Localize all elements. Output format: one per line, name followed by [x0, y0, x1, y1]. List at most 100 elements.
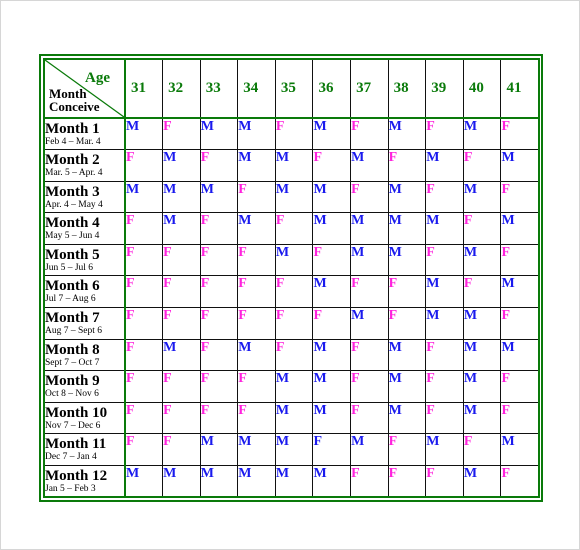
- gender-cell: F: [162, 306, 201, 340]
- age-header-cell: 32: [162, 58, 201, 119]
- gender-cell: M: [387, 401, 427, 435]
- age-header-cell: 40: [462, 58, 502, 119]
- gender-cell: F: [387, 275, 427, 308]
- table-row: Month 5 Jun 5 – Jul 6FFFFMFMMFMF: [43, 243, 540, 277]
- table-row: Month 6 Jul 7 – Aug 6FFFFFMFFMFM: [43, 275, 540, 308]
- gender-cell: M: [500, 212, 540, 245]
- gender-cell: M: [350, 433, 389, 466]
- gender-cell: F: [124, 275, 164, 308]
- gender-cell: M: [312, 212, 352, 245]
- gender-cell: F: [425, 180, 464, 214]
- gender-cell: F: [237, 401, 276, 435]
- gender-cell: F: [312, 149, 352, 182]
- gender-cell: F: [162, 275, 201, 308]
- gender-cell: F: [274, 212, 314, 245]
- month-title: Month 6: [45, 278, 100, 295]
- month-title: Month 10: [45, 404, 108, 421]
- month-title: Month 9: [45, 373, 100, 390]
- gender-cell: F: [500, 464, 540, 498]
- month-title: Month 7: [45, 309, 100, 326]
- gender-cell: M: [387, 338, 427, 372]
- gender-cell: M: [350, 149, 389, 182]
- gender-cell: M: [237, 464, 276, 498]
- gender-cell: M: [274, 180, 314, 214]
- gender-cell: F: [500, 117, 540, 151]
- month-label-cell: Month 4 May 5 – Jun 4: [43, 212, 126, 245]
- gender-cell: F: [199, 212, 239, 245]
- gender-cell: F: [162, 401, 201, 435]
- gender-cell: F: [350, 338, 389, 372]
- gender-cell: F: [199, 338, 239, 372]
- month-date-range: Mar. 5 – Apr. 4: [45, 168, 103, 179]
- gender-cell: M: [425, 306, 464, 340]
- month-title: Month 2: [45, 152, 100, 169]
- gender-cell: F: [199, 370, 239, 403]
- gender-cell: M: [162, 464, 201, 498]
- table-row: Month 10 Nov 7 – Dec 6FFFFMMFMFMF: [43, 401, 540, 435]
- gender-cell: M: [162, 149, 201, 182]
- month-date-range: Jun 5 – Jul 6: [45, 262, 94, 273]
- month-date-range: Sept 7 – Oct 7: [45, 357, 100, 368]
- gender-cell: F: [162, 433, 201, 466]
- gender-cell: M: [237, 433, 276, 466]
- gender-cell: F: [462, 212, 502, 245]
- gender-cell: F: [124, 243, 164, 277]
- month-label-cell: Month 3 Apr. 4 – May 4: [43, 180, 126, 214]
- gender-cell: M: [274, 464, 314, 498]
- gender-cell: M: [387, 243, 427, 277]
- corner-header-cell: Age Month Conceive: [43, 58, 126, 119]
- month-label-cell: Month 10 Nov 7 – Dec 6: [43, 401, 126, 435]
- table-row: Month 11 Dec 7 – Jan 4FFMMMFMFMFM: [43, 433, 540, 466]
- month-axis-label: Month Conceive: [49, 87, 100, 113]
- gender-cell: M: [387, 212, 427, 245]
- gender-cell: F: [387, 306, 427, 340]
- age-header-cell: 31: [124, 58, 164, 119]
- month-label-cell: Month 8 Sept 7 – Oct 7: [43, 338, 126, 372]
- age-axis-label: Age: [85, 70, 110, 86]
- table-row: Month 8 Sept 7 – Oct 7FMFMFMFMFMM: [43, 338, 540, 372]
- gender-cell: F: [500, 180, 540, 214]
- gender-cell: F: [312, 306, 352, 340]
- month-label-cell: Month 5 Jun 5 – Jul 6: [43, 243, 126, 277]
- gender-cell: F: [350, 180, 389, 214]
- gender-cell: M: [162, 180, 201, 214]
- gender-cell: F: [124, 306, 164, 340]
- gender-cell: F: [124, 212, 164, 245]
- gender-cell: F: [500, 306, 540, 340]
- gender-cell: M: [237, 212, 276, 245]
- gender-cell: M: [462, 464, 502, 498]
- gender-cell: M: [199, 433, 239, 466]
- gender-cell: F: [500, 243, 540, 277]
- gender-cell: F: [237, 370, 276, 403]
- gender-cell: M: [199, 180, 239, 214]
- table-row: Month 4 May 5 – Jun 4FMFMFMMMMFM: [43, 212, 540, 245]
- gender-cell: F: [425, 401, 464, 435]
- age-header-cell: 39: [425, 58, 464, 119]
- gender-cell: M: [462, 117, 502, 151]
- month-title: Month 1: [45, 121, 100, 137]
- gender-cell: M: [462, 180, 502, 214]
- age-header-cell: 34: [237, 58, 276, 119]
- gender-cell: M: [387, 370, 427, 403]
- header-row: Age Month Conceive 31 32 33 34 35 36 37 38 39 40 41: [43, 58, 540, 119]
- gender-cell: F: [162, 243, 201, 277]
- gender-cell: F: [199, 275, 239, 308]
- gender-cell: M: [425, 212, 464, 245]
- gender-cell: M: [312, 275, 352, 308]
- month-title: Month 5: [45, 246, 100, 263]
- table-row: Month 12 Jan 5 – Feb 3MMMMMMFFFMF: [43, 464, 540, 498]
- gender-cell: F: [124, 149, 164, 182]
- age-header-cell: 36: [312, 58, 352, 119]
- gender-cell: M: [124, 180, 164, 214]
- month-label-cell: Month 12 Jan 5 – Feb 3: [43, 464, 126, 498]
- table-row: Month 9 Oct 8 – Nov 6FFFFMMFMFMF: [43, 370, 540, 403]
- gender-cell: F: [124, 370, 164, 403]
- gender-cell: M: [425, 433, 464, 466]
- gender-cell: F: [274, 117, 314, 151]
- month-label-cell: Month 2 Mar. 5 – Apr. 4: [43, 149, 126, 182]
- gender-cell: M: [162, 212, 201, 245]
- gender-cell: F: [387, 464, 427, 498]
- month-date-range: Oct 8 – Nov 6: [45, 389, 99, 400]
- gender-cell: M: [124, 117, 164, 151]
- gender-cell: M: [462, 338, 502, 372]
